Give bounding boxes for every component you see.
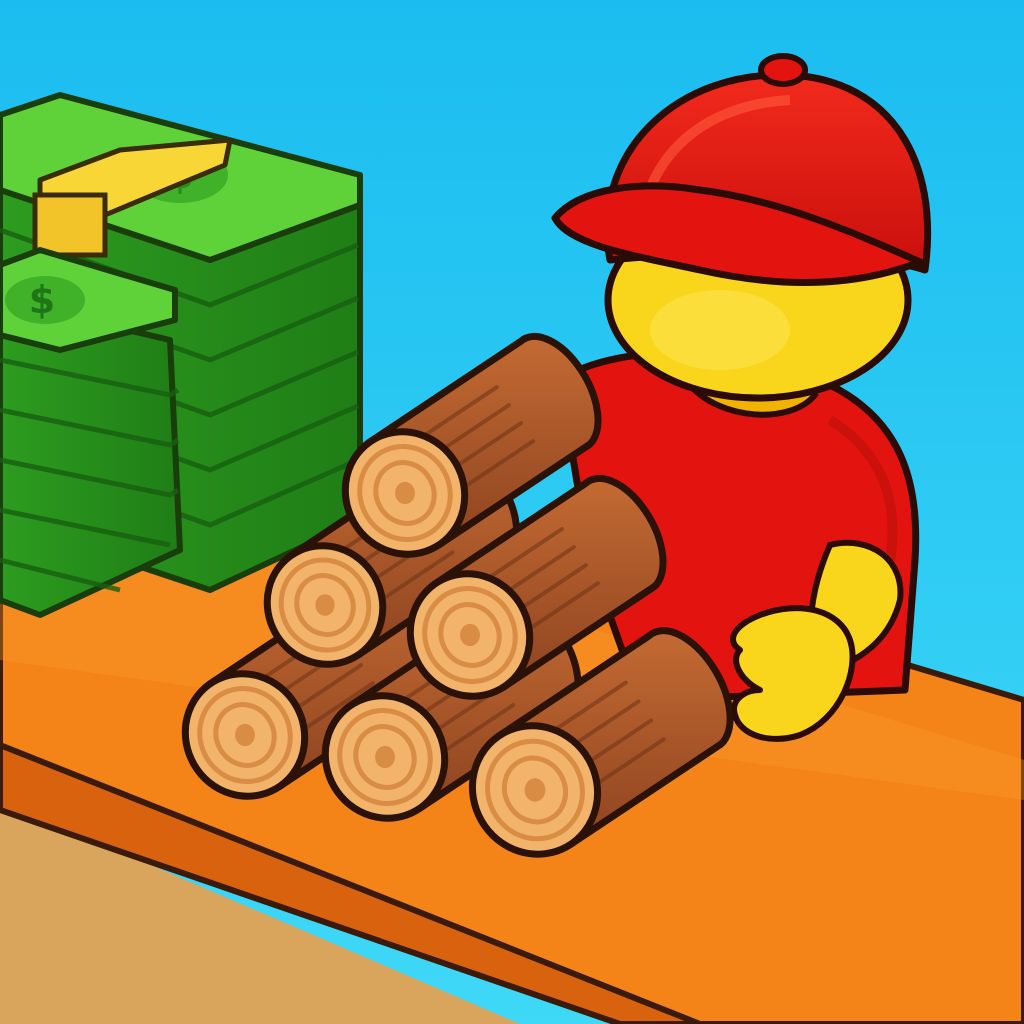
cash-stack-front: $ (0, 247, 183, 618)
dollar-symbol: $ (29, 278, 55, 322)
game-scene: $ $ (0, 0, 1024, 1024)
